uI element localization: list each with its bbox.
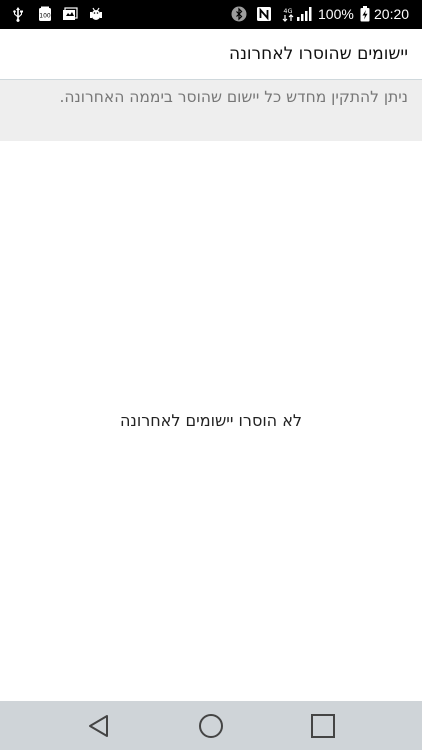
recents-icon[interactable] bbox=[308, 711, 338, 741]
status-bar: 100 4G 100% 20:20 bbox=[0, 0, 422, 29]
battery-charging-icon bbox=[360, 6, 370, 22]
svg-text:100: 100 bbox=[39, 13, 51, 20]
bluetooth-icon bbox=[231, 6, 247, 22]
navigation-bar bbox=[0, 701, 422, 750]
clock: 20:20 bbox=[374, 6, 410, 22]
usb-icon bbox=[13, 7, 23, 22]
storage-100-icon: 100 bbox=[39, 6, 51, 21]
empty-state-message: לא הוסרו יישומים לאחרונה bbox=[119, 411, 303, 430]
home-icon[interactable] bbox=[196, 711, 226, 741]
signal-icon bbox=[297, 7, 312, 21]
app-bar: יישומים שהוסרו לאחרונה bbox=[0, 29, 422, 80]
svg-text:4G: 4G bbox=[283, 7, 292, 15]
photo-icon bbox=[63, 7, 78, 20]
android-debug-icon bbox=[90, 7, 102, 20]
nfc-icon bbox=[257, 7, 271, 21]
page-title: יישומים שהוסרו לאחרונה bbox=[228, 44, 408, 64]
4g-icon: 4G bbox=[282, 7, 294, 22]
battery-percent: 100% bbox=[318, 6, 354, 22]
back-icon[interactable] bbox=[84, 711, 114, 741]
info-panel: ניתן להתקין מחדש כל יישום שהוסר ביממה הא… bbox=[0, 80, 422, 141]
info-description: ניתן להתקין מחדש כל יישום שהוסר ביממה הא… bbox=[59, 88, 408, 106]
